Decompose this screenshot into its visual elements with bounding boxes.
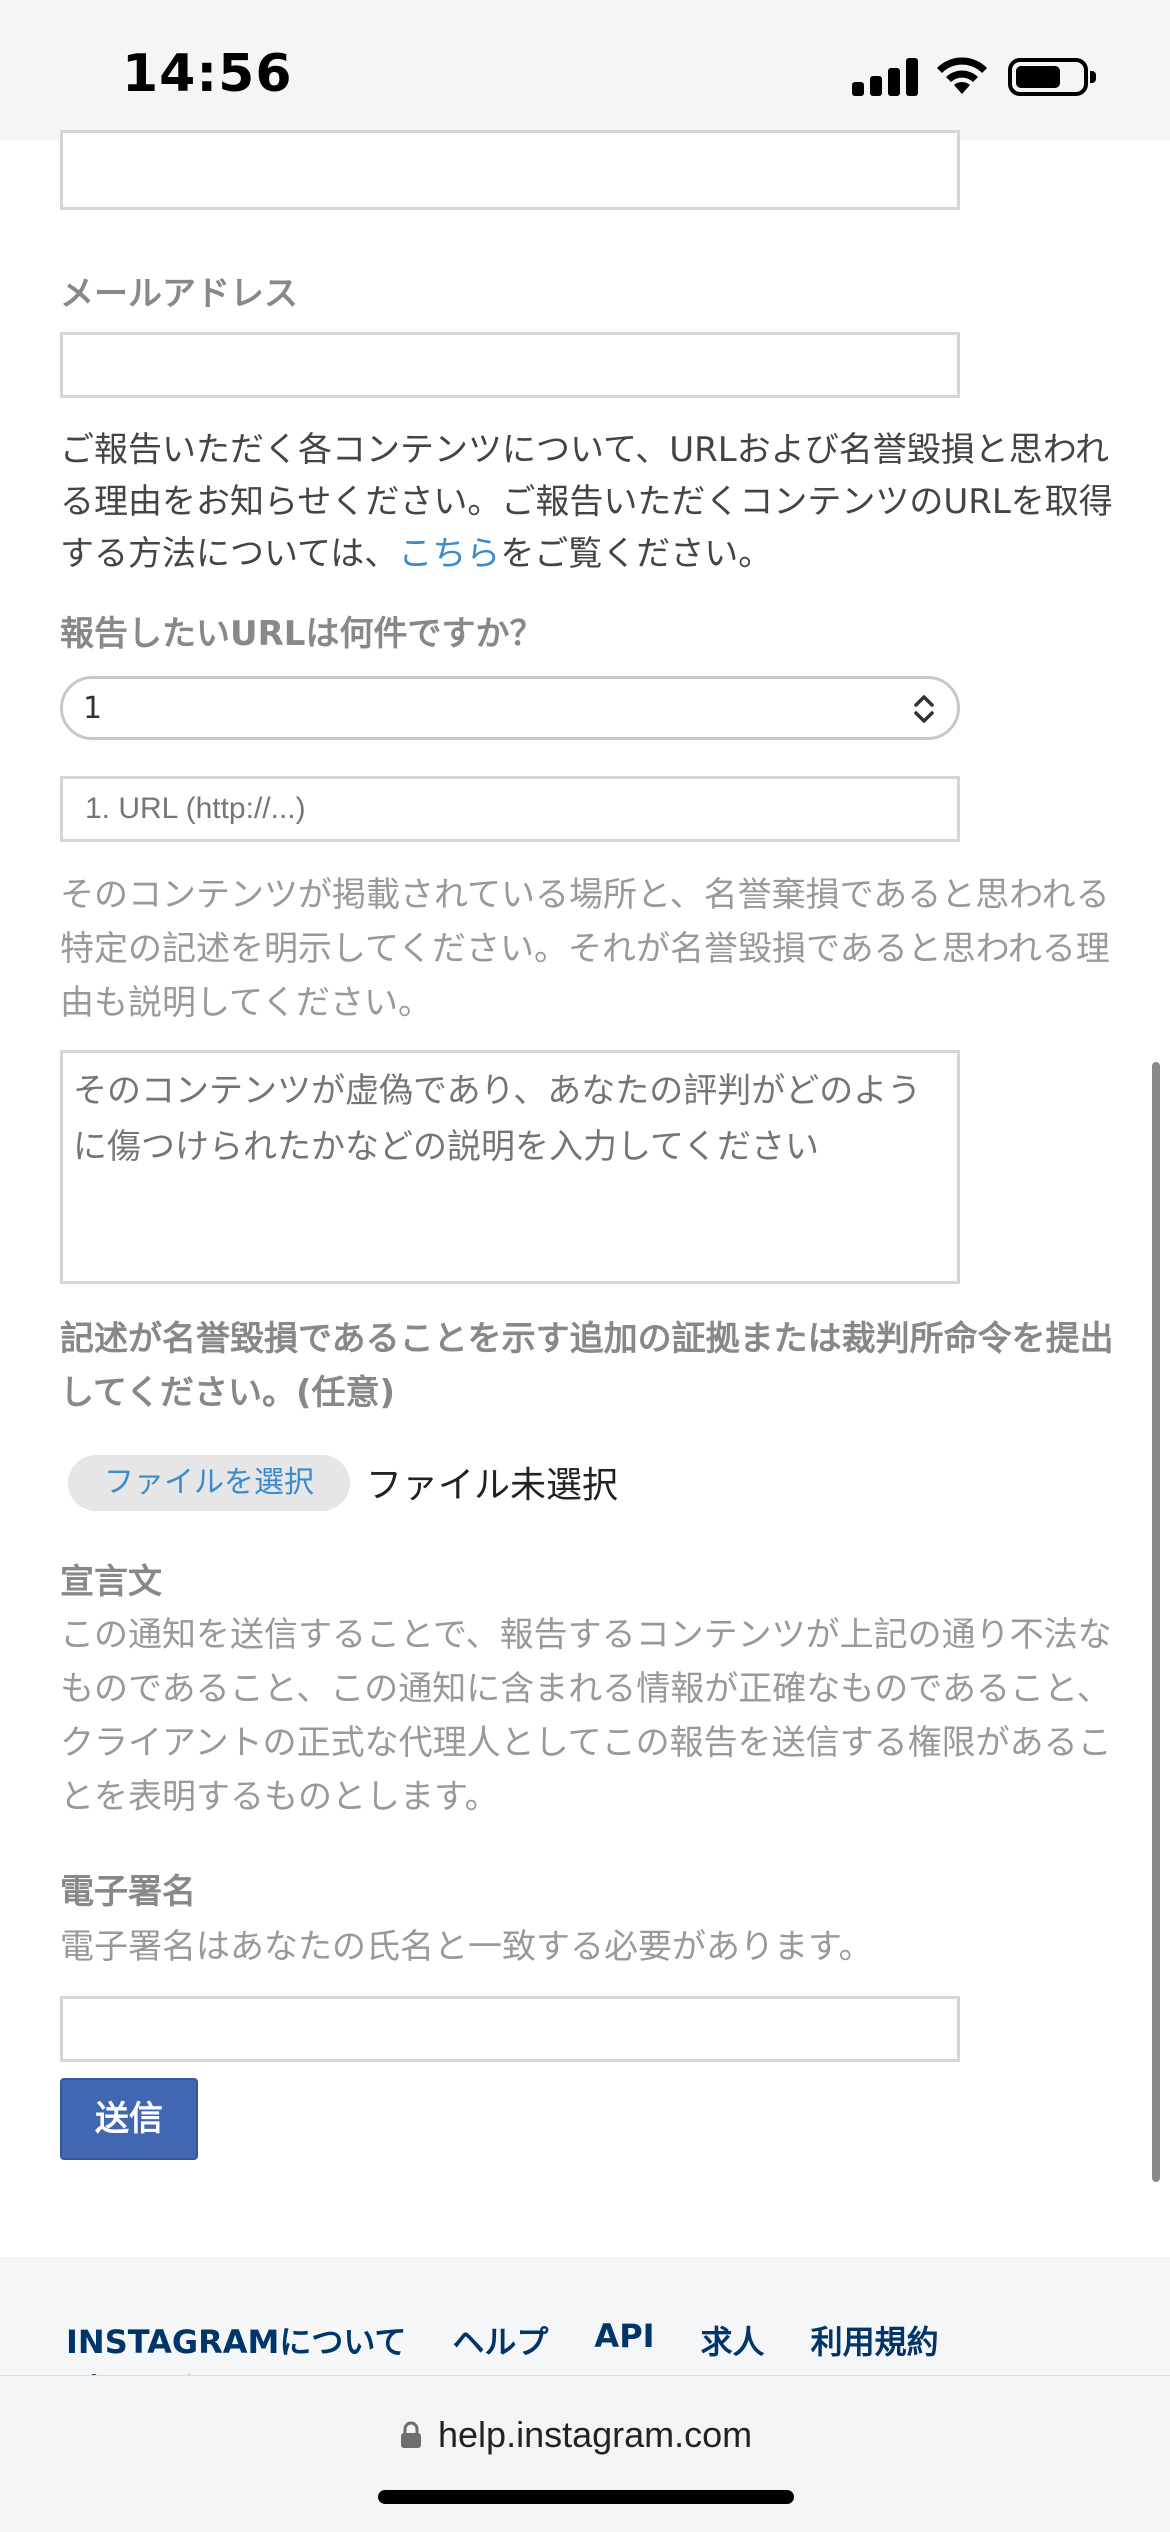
url-input[interactable]	[60, 776, 960, 842]
url-count-value: 1	[83, 691, 103, 726]
choose-file-button[interactable]: ファイルを選択	[68, 1455, 350, 1511]
lock-icon	[401, 2421, 421, 2448]
evidence-label: 記述が名誉毀損であることを示す追加の証拠または裁判所命令を提出してください。(任…	[60, 1319, 1114, 1413]
signature-label: 電子署名	[60, 1872, 196, 1912]
email-label: メールアドレス	[60, 274, 298, 314]
url-count-label: 報告したいURLは何件ですか？	[60, 614, 544, 654]
wifi-icon	[937, 57, 987, 94]
status-time: 14:56	[122, 44, 293, 104]
home-indicator[interactable]	[378, 2490, 794, 2504]
footer-links: INSTAGRAMについて ヘルプ API 求人 利用規約	[66, 2317, 939, 2363]
chevron-up-down-icon	[914, 695, 934, 723]
description-textarea[interactable]	[60, 1050, 960, 1284]
instructions-text: ご報告いただく各コンテンツについて、URLおよび名誉毀損と思われる理由をお知らせ…	[60, 424, 1120, 580]
description-help-text: そのコンテンツが掲載されている場所と、名誉棄損であると思われる特定の記述を明示し…	[60, 875, 1110, 1023]
signature-input[interactable]	[60, 1996, 960, 2062]
footer-link-jobs[interactable]: 求人	[701, 2317, 765, 2363]
previous-field-input[interactable]	[60, 130, 960, 210]
signature-help-text: 電子署名はあなたの氏名と一致する必要があります。	[60, 1927, 873, 1967]
battery-icon	[1008, 58, 1096, 96]
footer-link-help[interactable]: ヘルプ	[452, 2317, 548, 2363]
url-count-select[interactable]: 1	[60, 676, 960, 740]
declaration-text: この通知を送信することで、報告するコンテンツが上記の通り不法なものであること、こ…	[60, 1615, 1112, 1817]
help-link[interactable]: こちら	[398, 534, 500, 574]
footer-link-about[interactable]: INSTAGRAMについて	[66, 2317, 406, 2363]
browser-url-bar[interactable]: help.instagram.com	[0, 2375, 1170, 2532]
submit-button[interactable]: 送信	[60, 2078, 198, 2160]
declaration-title: 宣言文	[60, 1562, 162, 1602]
instructions-after-link: をご覧ください。	[500, 534, 773, 574]
scrollbar[interactable]	[1152, 1062, 1160, 2182]
file-status-text: ファイル未選択	[366, 1465, 619, 1506]
url-text: help.instagram.com	[438, 2414, 753, 2455]
footer-link-api[interactable]: API	[594, 2317, 654, 2363]
cellular-signal-icon	[852, 58, 918, 96]
footer-link-terms[interactable]: 利用規約	[811, 2317, 939, 2363]
status-bar: 14:56	[0, 0, 1170, 140]
email-input[interactable]	[60, 332, 960, 398]
